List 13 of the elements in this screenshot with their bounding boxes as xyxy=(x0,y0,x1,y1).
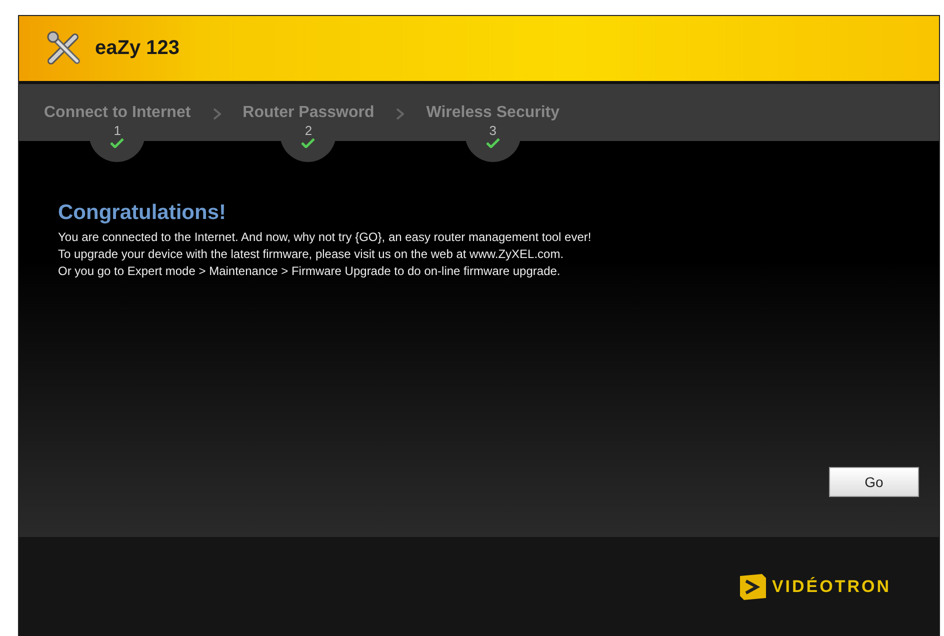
step-label: Router Password xyxy=(242,104,374,122)
app-title: eaZy 123 xyxy=(95,37,180,60)
step-label: Connect to Internet xyxy=(44,104,191,122)
chevron-icon xyxy=(396,108,404,120)
cube-logo-icon xyxy=(738,572,768,602)
message-heading: Congratulations! xyxy=(58,201,227,225)
message-text: Or you go to Expert mode > Maintenance > Firmware Upgrade to do on-line firmware upgrade. xyxy=(58,263,562,280)
message-text: You are connected to the Internet. And now, why not try {GO}, an easy router management tool ever! xyxy=(58,229,592,246)
step-label: Wireless Security xyxy=(426,104,560,122)
brand-name: VIDÉOTRON xyxy=(772,577,891,597)
chevron-icon xyxy=(212,108,221,120)
go-button[interactable]: Go xyxy=(829,467,919,497)
message-text: To upgrade your device with the latest firmware, please visit us on the web at www.ZyXEL.com. xyxy=(58,246,565,263)
